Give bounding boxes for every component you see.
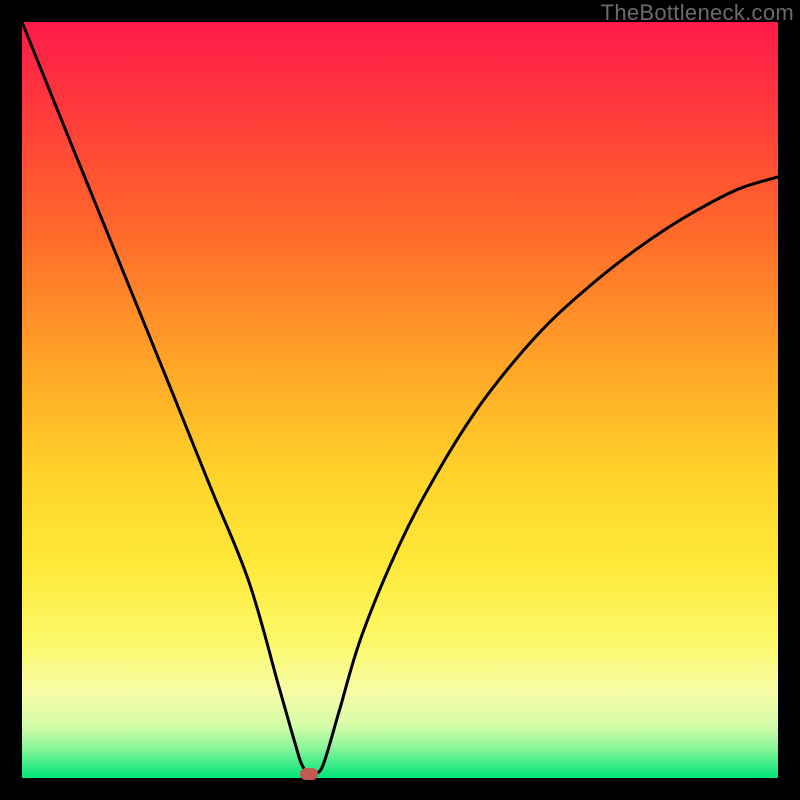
bottleneck-curve <box>22 22 778 778</box>
optimal-point-marker <box>300 768 318 780</box>
watermark-text: TheBottleneck.com <box>601 0 794 26</box>
chart-frame <box>22 22 778 778</box>
